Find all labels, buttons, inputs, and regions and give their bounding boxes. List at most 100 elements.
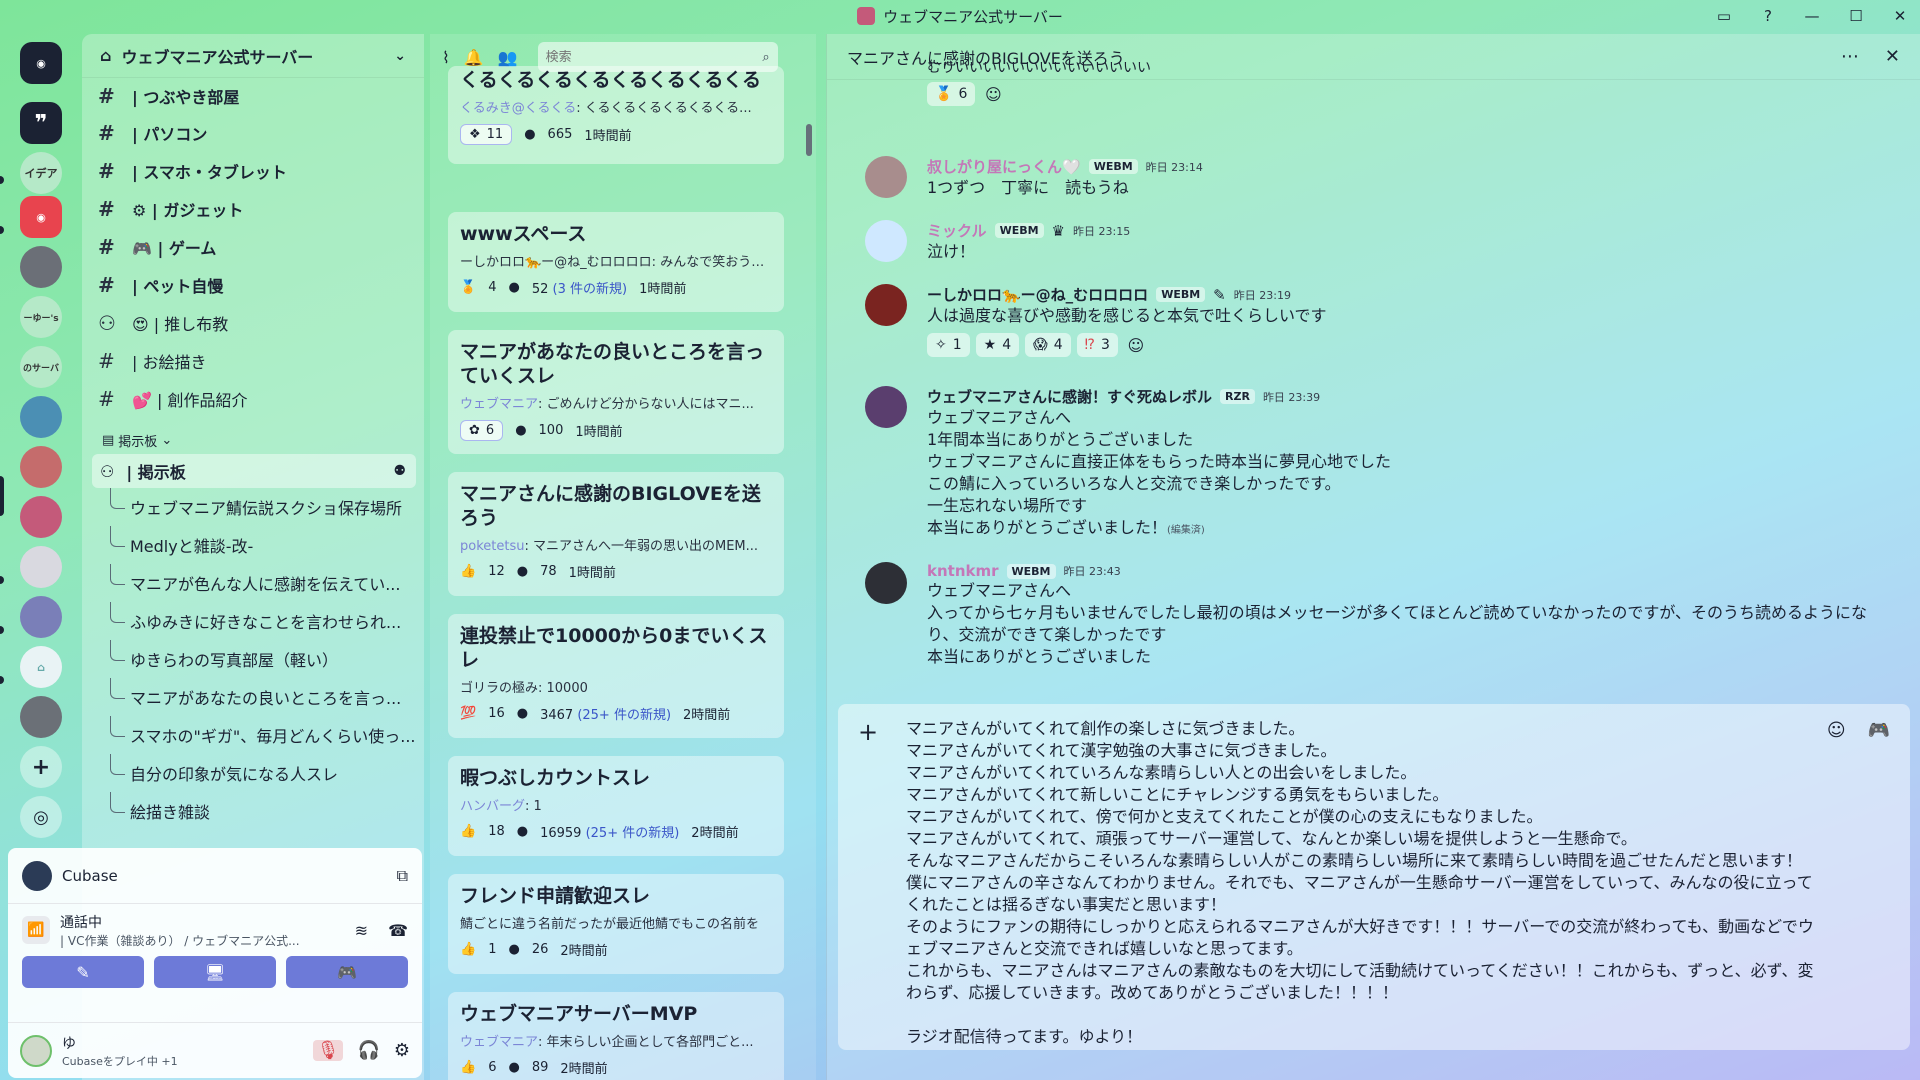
noise-suppression-icon[interactable]: ≋	[355, 921, 368, 940]
forum-post[interactable]: マニアさんに感謝のBIGLOVEを送ろう poketetsu: マニアさんへ一年…	[448, 472, 784, 596]
channel-sousaku[interactable]: # 💕 | 創作品紹介	[82, 380, 424, 418]
reaction-chip[interactable]: ⁉ 3	[1076, 333, 1118, 357]
thread-item[interactable]: 絵描き雑談	[82, 792, 424, 830]
mic-muted-icon[interactable]: 🎙	[312, 1040, 344, 1061]
server-icon-tower[interactable]: ⌂	[20, 646, 62, 688]
post-preview-text: : くるくるくるくるくるくる...	[576, 101, 752, 116]
forum-channel-board[interactable]: ⚇ | 掲示板 ⚉	[92, 454, 416, 488]
thread-item[interactable]: 自分の印象が気になる人スレ	[82, 754, 424, 792]
avatar[interactable]	[865, 562, 907, 604]
discord-home-icon[interactable]: ◉	[20, 42, 62, 84]
emoji-icon[interactable]: ☺	[1827, 720, 1846, 741]
message-composer[interactable]: + マニアさんがいてくれて創作の楽しさに気づきました。 マニアさんがいてくれて漢…	[838, 704, 1910, 1050]
thread-item[interactable]: マニアが色んな人に感謝を伝えてい...	[82, 564, 424, 602]
camera-off-button[interactable]: ✎	[22, 956, 144, 988]
add-reaction-icon[interactable]: ☺	[1124, 333, 1148, 357]
avatar[interactable]	[865, 220, 907, 262]
inbox-icon[interactable]: ▭	[1712, 7, 1736, 25]
members-icon[interactable]: 👥	[498, 48, 518, 67]
post-time: 2時間前	[560, 944, 608, 959]
voice-channel-name[interactable]: | VC作業（雑談あり） / ウェブマニア公式...	[60, 932, 300, 949]
maximize-button[interactable]: ☐	[1844, 7, 1868, 25]
forum-post[interactable]: 連投禁止で10000から0までいくスレ ゴリラの極み: 10000 💯 16 ● 34…	[448, 614, 784, 738]
server-icon-purple[interactable]	[20, 596, 62, 638]
forum-post[interactable]: 暇つぶしカウントスレ ハンバーグ: 1 👍 18 ● 16959 (25+ 件の新規)…	[448, 756, 784, 856]
avatar[interactable]	[20, 1034, 52, 1067]
server-icon-red[interactable]	[20, 446, 62, 488]
reaction-chip[interactable]: 🏅 6	[927, 82, 976, 106]
forum-post[interactable]: wwwスペース ーしかロロ🐆ー@ね_むロロロロ: みんなで笑おう！... 🏅 4 ●…	[448, 212, 784, 312]
scrollbar-thumb[interactable]	[806, 124, 812, 156]
channel-pasokon[interactable]: # | パソコン	[82, 114, 424, 152]
channel-pet[interactable]: # | ペット自慢	[82, 266, 424, 304]
thread-item[interactable]: マニアがあなたの良いところを言っ...	[82, 678, 424, 716]
category-header[interactable]: ▤ 掲示板 ⌄	[82, 426, 424, 454]
forum-post[interactable]: ウェブマニアサーバーMVP ウェブマニア: 年末らしい企画として各部門ごと...…	[448, 992, 784, 1080]
channel-oshi[interactable]: ⚇ 😍 | 推し布教	[82, 304, 424, 342]
reaction-chip[interactable]: ✿ 6	[460, 420, 504, 441]
avatar[interactable]	[865, 386, 907, 428]
activity-button[interactable]: 🎮	[286, 956, 408, 988]
hash-icon: #	[98, 84, 115, 108]
channel-smartphone[interactable]: # | スマホ・タブレット	[82, 152, 424, 190]
signal-icon[interactable]: 📶	[22, 916, 50, 944]
thread-item[interactable]: スマホの"ギガ"、毎月どんくらい使っ...	[82, 716, 424, 754]
activity-row[interactable]: Cubase ⧉	[8, 848, 422, 904]
reaction-chip[interactable]: ★ 4	[975, 333, 1020, 357]
thread-label: 絵描き雑談	[130, 803, 211, 822]
no-server-icon[interactable]: のサーバ	[20, 346, 62, 388]
thread-item[interactable]: ウェブマニア鯖伝説スクショ保存場所	[82, 488, 424, 526]
channel-gadget[interactable]: # ⚙ | ガジェット	[82, 190, 424, 228]
author-name[interactable]: ウェブマニアさんに感謝！すぐ死ぬレボル	[927, 386, 1212, 407]
headphones-icon[interactable]: 🎧	[357, 1040, 379, 1061]
bell-icon[interactable]: 🔔	[464, 48, 484, 67]
yu-server-icon[interactable]: ーゆー's	[20, 296, 62, 338]
server-avatar-icon[interactable]	[20, 246, 62, 288]
gamepad-icon[interactable]: 🎮	[1868, 720, 1890, 741]
screen-share-button[interactable]: 🖥	[154, 956, 276, 988]
help-icon[interactable]: ?	[1756, 7, 1780, 25]
thread-item[interactable]: Medlyと雑談-改-	[82, 526, 424, 564]
add-member-icon[interactable]: ⚉	[393, 463, 406, 479]
discord-server-icon[interactable]: ◉	[20, 196, 62, 238]
forum-post[interactable]: くるくるくるくるくるくるくるくる くるみき@くるくる: くるくるくるくるくるくる…	[448, 66, 784, 164]
author-name[interactable]: 叔しがり屋にっくん🤍	[927, 156, 1081, 177]
avatar[interactable]	[865, 284, 907, 326]
server-icon-glasses[interactable]	[20, 696, 62, 738]
message-text: 一生忘れない場所です	[927, 496, 1088, 515]
channel-game[interactable]: # 🎮 | ゲーム	[82, 228, 424, 266]
author-name[interactable]: kntnkmr	[927, 562, 999, 580]
channel-oekaki[interactable]: # | お絵描き	[82, 342, 424, 380]
server-header[interactable]: ⌂ ウェブマニア公式サーバー ⌄	[82, 34, 424, 78]
author-name[interactable]: ミックル	[927, 220, 987, 241]
close-button[interactable]: ✕	[1888, 7, 1912, 25]
add-server-icon[interactable]: +	[20, 746, 62, 788]
role-tag: WEBM	[1088, 159, 1138, 174]
gear-icon[interactable]: ⚙	[394, 1040, 410, 1061]
server-icon-blue[interactable]	[20, 396, 62, 438]
reaction-chip[interactable]: ✧ 1	[927, 333, 970, 357]
webmania-server-icon[interactable]	[20, 496, 62, 538]
server-icon-white[interactable]	[20, 546, 62, 588]
forum-post[interactable]: マニアがあなたの良いところを言っていくスレ ウェブマニア: ごめんけど分からない…	[448, 330, 784, 454]
reaction-chip[interactable]: ❖ 11	[460, 124, 513, 145]
thread-item[interactable]: ふゆみきに好きなことを言わせられ...	[82, 602, 424, 640]
idea-server-icon[interactable]: イデア	[20, 152, 62, 194]
search-input[interactable]	[545, 49, 763, 65]
quote-server-icon[interactable]: ❞	[20, 102, 62, 144]
message-input[interactable]: マニアさんがいてくれて創作の楽しさに気づきました。 マニアさんがいてくれて漢字勉…	[906, 718, 1826, 1048]
add-reaction-icon[interactable]: ☺	[981, 82, 1005, 106]
add-attachment-icon[interactable]: +	[858, 718, 878, 746]
channel-tsubuyaki[interactable]: # | つぶやき部屋	[82, 78, 424, 114]
thread-item[interactable]: ゆきらわの写真部屋（軽い）	[82, 640, 424, 678]
forum-post[interactable]: フレンド申請歓迎スレ 鯖ごとに違う名前だったが最近他鯖でもこの名前を 👍 1 ● 26…	[448, 874, 784, 974]
popout-icon[interactable]: ⧉	[397, 866, 408, 886]
discover-icon[interactable]: ◎	[20, 796, 62, 838]
reaction-chip[interactable]: 😱 4	[1025, 333, 1071, 357]
minimize-button[interactable]: —	[1800, 7, 1824, 25]
disconnect-icon[interactable]: ☎	[388, 921, 408, 940]
author-name[interactable]: ーしかロロ🐆ー@ね_むロロロロ	[927, 284, 1148, 305]
threads-icon[interactable]: ⌇	[442, 48, 450, 67]
message-text: 人は過度な喜びや感動を感じると本気で吐くらしいです	[927, 306, 1327, 325]
avatar[interactable]	[865, 156, 907, 198]
